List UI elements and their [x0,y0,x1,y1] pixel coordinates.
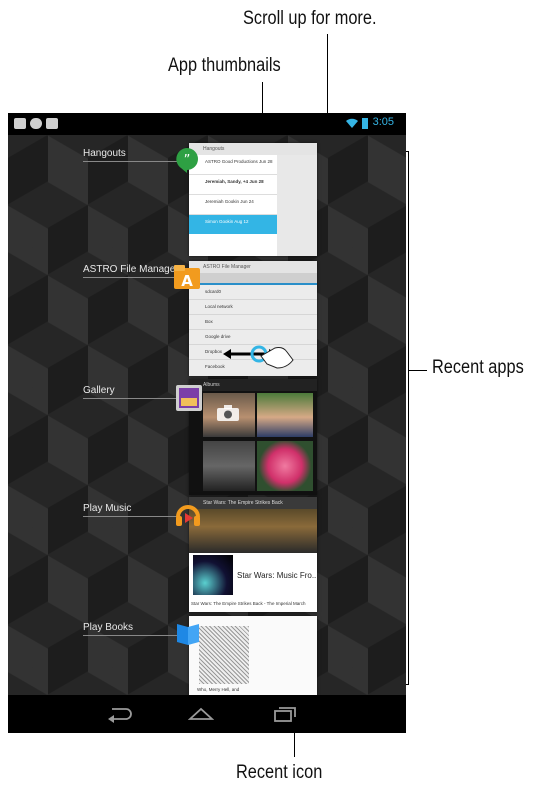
hangouts-notification-icon [30,118,42,129]
hangouts-row: Jeremiah Gookin Jun 24 [189,195,277,215]
bracket-vertical [408,151,409,684]
app-label-play-music[interactable]: Play Music [83,503,131,514]
svg-text:A: A [181,272,193,290]
astro-icon: A [174,265,200,290]
callout-recent-apps: Recent apps [432,357,524,378]
hangouts-row-title: Jeremiah, Sandy, +4 [205,179,249,184]
hangouts-row-time: Jun 28 [259,159,273,164]
astro-row: Box [189,315,317,330]
thumbnail-play-books[interactable]: Who, Merry Hell, and [189,616,317,695]
app-rule-hangouts [83,161,180,162]
book-caption: Who, Merry Hell, and [197,687,240,692]
book-illustration [199,626,249,684]
hangouts-row-time: Jun 24 [240,199,254,204]
hangouts-icon: ” [176,148,198,173]
hangouts-header: Hangouts [189,143,317,155]
callout-recent-icon: Recent icon [236,762,323,783]
thumbnail-hangouts[interactable]: Hangouts ASTRO Good Productions Jun 28 J… [189,143,317,256]
astro-header: ASTRO File Manager [189,261,317,273]
play-notification-icon [46,118,58,129]
app-label-play-books[interactable]: Play Books [83,622,133,633]
app-label-astro[interactable]: ASTRO File Manager [83,264,179,275]
music-footer: Star Wars: The Empire Strikes Back - The… [191,601,306,606]
wifi-icon [346,118,358,128]
astro-row: Local network [189,300,317,315]
play-books-icon [177,624,199,645]
home-icon[interactable] [188,705,214,723]
gallery-icon [176,385,202,411]
hangouts-row-title: Simon Gookin [205,219,234,224]
thumbnail-play-music[interactable]: Star Wars: The Empire Strikes Back Star … [189,497,317,612]
orchestra-photo [189,509,317,553]
app-rule-play-music [83,516,180,517]
battery-icon [362,118,368,129]
hangouts-row-time: Jun 28 [249,179,264,184]
hangouts-row-selected: Simon Gookin Aug 12 [189,215,277,234]
app-rule-astro [83,277,180,278]
gallery-photo [203,441,255,491]
app-rule-gallery [83,398,180,399]
app-rule-play-books [83,635,180,636]
app-label-hangouts[interactable]: Hangouts [83,148,126,159]
recent-apps-icon[interactable] [271,705,297,723]
clock: 3:05 [372,116,394,128]
hangouts-row-time: Aug 12 [234,219,249,224]
hangouts-row: Jeremiah, Sandy, +4 Jun 28 [189,175,277,195]
hangouts-row-title: Jeremiah Gookin [205,199,240,204]
hangouts-row-title: ASTRO Good Productions [205,159,258,164]
astro-tabs [189,273,317,285]
astro-row: sdcard0 [189,285,317,300]
camera-icon [217,405,239,421]
tablet-screen: 3:05 Hangouts ASTRO File Manager Gallery… [8,113,406,733]
thumbnail-gallery[interactable]: Albums [189,379,317,495]
hangouts-row: ASTRO Good Productions Jun 28 [189,155,277,175]
album-title: Star Wars: Music Fro... [237,571,317,580]
gallery-photo [257,393,313,437]
app-label-gallery[interactable]: Gallery [83,385,115,396]
gallery-photo [257,441,313,491]
callout-app-thumbnails: App thumbnails [168,55,281,76]
back-icon[interactable] [106,705,132,723]
music-header: Star Wars: The Empire Strikes Back [189,497,317,509]
gallery-header: Albums [189,379,317,391]
swipe-gesture-icon [223,345,294,369]
navigation-bar [8,695,406,733]
status-bar: 3:05 [8,113,406,135]
callout-scroll-up: Scroll up for more. [243,8,377,29]
svg-text:”: ” [184,153,191,168]
bracket-tick [409,370,427,371]
play-music-icon [176,505,200,526]
hangouts-detail-pane [277,155,317,256]
album-art [193,555,233,595]
gmail-icon [14,118,26,129]
